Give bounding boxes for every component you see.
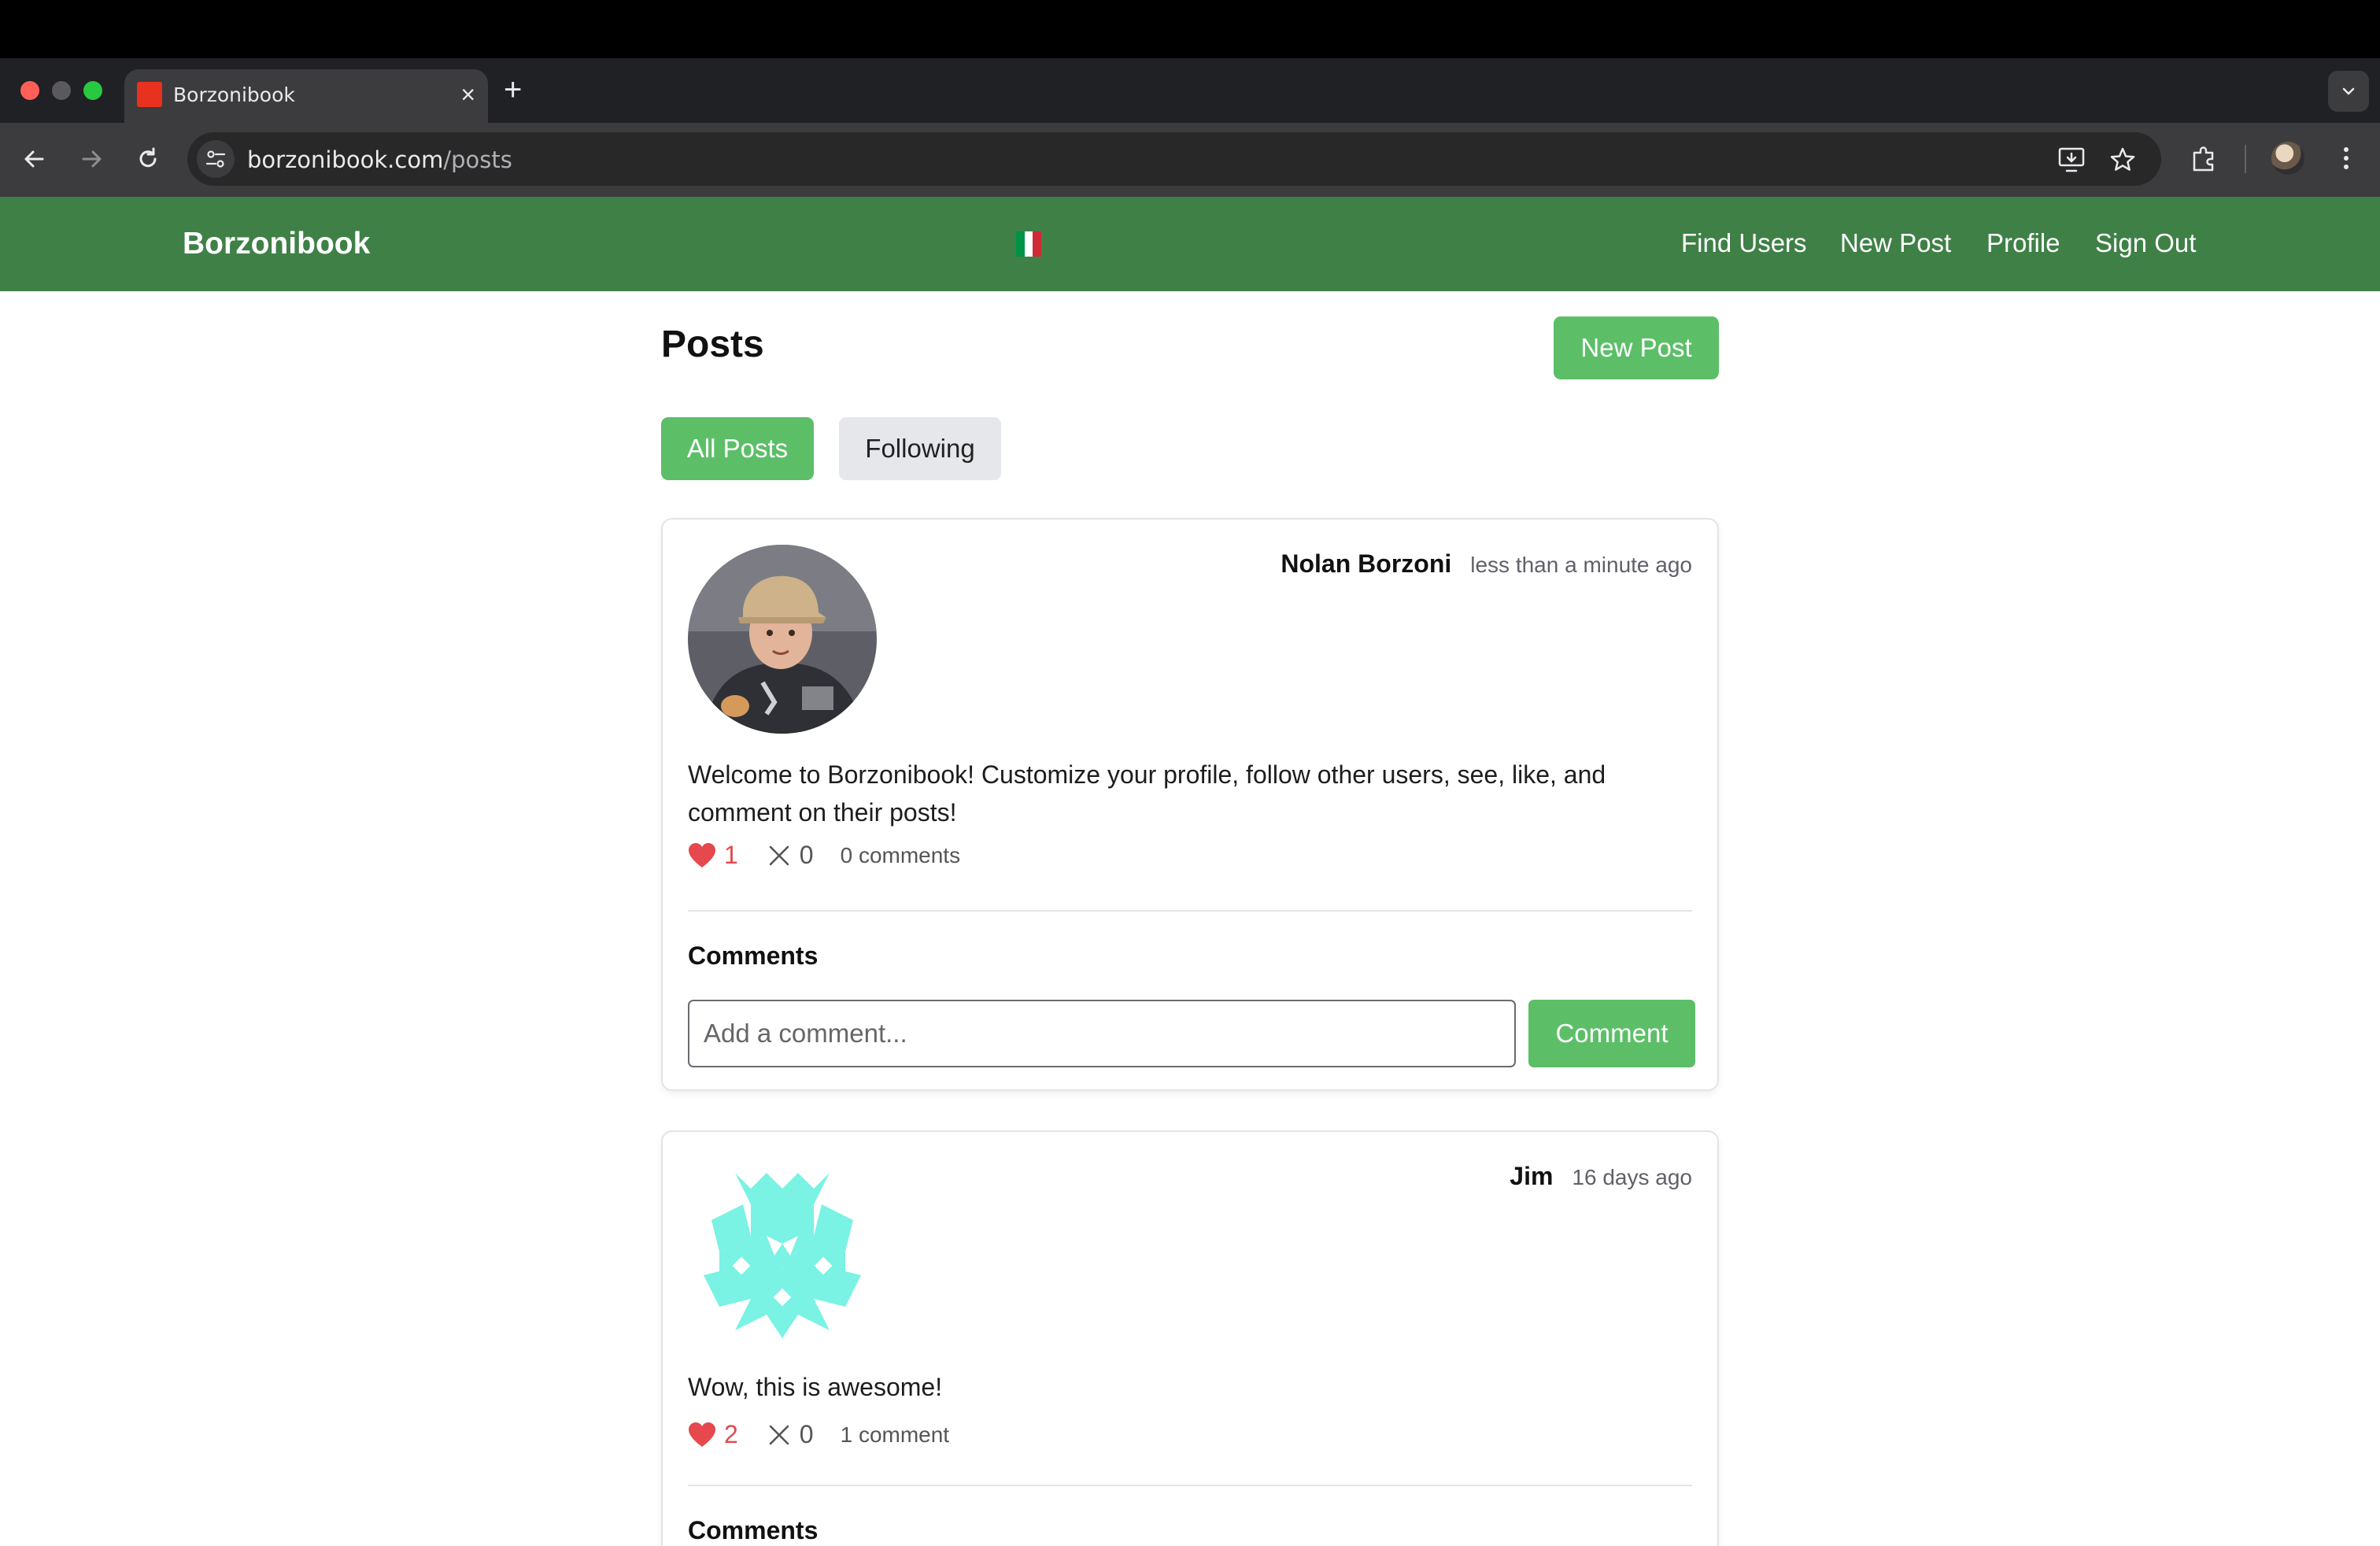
comment-button[interactable]: Comment [1528, 1000, 1695, 1067]
browser-tab[interactable]: Borzonibook × [124, 69, 488, 123]
post-actions: 2 0 1 comment [688, 1420, 949, 1449]
nav-new-post[interactable]: New Post [1840, 228, 1951, 258]
post-body: Wow, this is awesome! [688, 1373, 943, 1401]
site-info-button[interactable] [197, 140, 235, 178]
dislike-count: 0 [799, 841, 814, 869]
tab-following[interactable]: Following [839, 417, 1001, 480]
maximize-window-button[interactable] [83, 81, 102, 100]
site-navbar: Borzonibook Find Users New Post Profile … [0, 197, 2380, 291]
menu-bar-area [0, 0, 2380, 58]
divider [688, 1485, 1692, 1486]
flag-stripe [1024, 231, 1033, 257]
nav-sign-out[interactable]: Sign Out [2095, 228, 2196, 258]
install-app-icon[interactable] [2057, 146, 2086, 173]
comment-input[interactable] [688, 1000, 1516, 1067]
user-photo-icon [688, 545, 877, 734]
tab-search-button[interactable] [2328, 71, 2369, 112]
heart-icon[interactable] [688, 842, 716, 869]
comments-heading: Comments [688, 1516, 819, 1544]
bookmark-star-icon[interactable] [2109, 146, 2136, 173]
url-text: borzonibook.com/posts [247, 146, 512, 173]
back-arrow-icon[interactable] [19, 143, 50, 175]
post-card: Nolan Borzoni less than a minute ago Wel… [661, 518, 1719, 1091]
dislike-x-icon[interactable] [768, 1424, 790, 1446]
profile-avatar[interactable] [2271, 142, 2304, 175]
chevron-down-icon [2342, 87, 2355, 95]
dislike-count: 0 [799, 1420, 814, 1448]
flag-stripe [1033, 231, 1042, 257]
author-avatar[interactable] [688, 545, 877, 734]
post-actions: 1 0 0 comments [688, 841, 960, 870]
like-count: 2 [724, 1420, 738, 1448]
more-vert-icon[interactable] [2334, 143, 2358, 173]
like-count: 1 [724, 841, 738, 869]
tab-title: Borzonibook [173, 83, 295, 106]
new-post-button[interactable]: New Post [1554, 316, 1719, 379]
tune-icon [205, 150, 226, 168]
address-bar[interactable]: borzonibook.com/posts [187, 132, 2161, 186]
minimize-window-button[interactable] [52, 81, 71, 100]
post-timestamp: less than a minute ago [1470, 553, 1692, 577]
extensions-puzzle-icon[interactable] [2190, 143, 2219, 173]
comments-heading: Comments [688, 941, 819, 970]
post-meta: Nolan Borzoni less than a minute ago [1281, 549, 1692, 579]
toolbar-separator [2245, 145, 2246, 173]
comment-count-link[interactable]: 1 comment [841, 1422, 950, 1448]
favicon-icon [137, 82, 162, 107]
post-timestamp: 16 days ago [1572, 1165, 1692, 1189]
nav-find-users[interactable]: Find Users [1681, 228, 1807, 258]
author-avatar[interactable] [688, 1157, 877, 1346]
dislike-x-icon[interactable] [768, 845, 790, 867]
comment-count-link[interactable]: 0 comments [841, 843, 961, 868]
identicon-icon [688, 1157, 877, 1346]
reload-icon[interactable] [132, 143, 164, 175]
post-meta: Jim 16 days ago [1510, 1162, 1692, 1191]
post-card: Jim 16 days ago Wow, this is awesome! 2 … [661, 1130, 1719, 1546]
flag-stripe [1016, 231, 1025, 257]
italy-flag-icon[interactable] [1016, 231, 1042, 257]
author-name[interactable]: Jim [1510, 1162, 1553, 1191]
close-tab-icon[interactable]: × [460, 79, 475, 110]
divider [688, 910, 1692, 912]
heart-icon[interactable] [688, 1422, 716, 1448]
nav-profile[interactable]: Profile [1986, 228, 2060, 258]
author-name[interactable]: Nolan Borzoni [1281, 549, 1451, 579]
forward-arrow-icon[interactable] [76, 143, 107, 175]
close-window-button[interactable] [20, 81, 39, 100]
tab-all-posts[interactable]: All Posts [661, 417, 814, 480]
page-title: Posts [661, 324, 764, 365]
brand-logo[interactable]: Borzonibook [183, 227, 370, 261]
post-body: Welcome to Borzonibook! Customize your p… [688, 760, 1606, 827]
new-tab-button[interactable]: + [504, 72, 522, 107]
